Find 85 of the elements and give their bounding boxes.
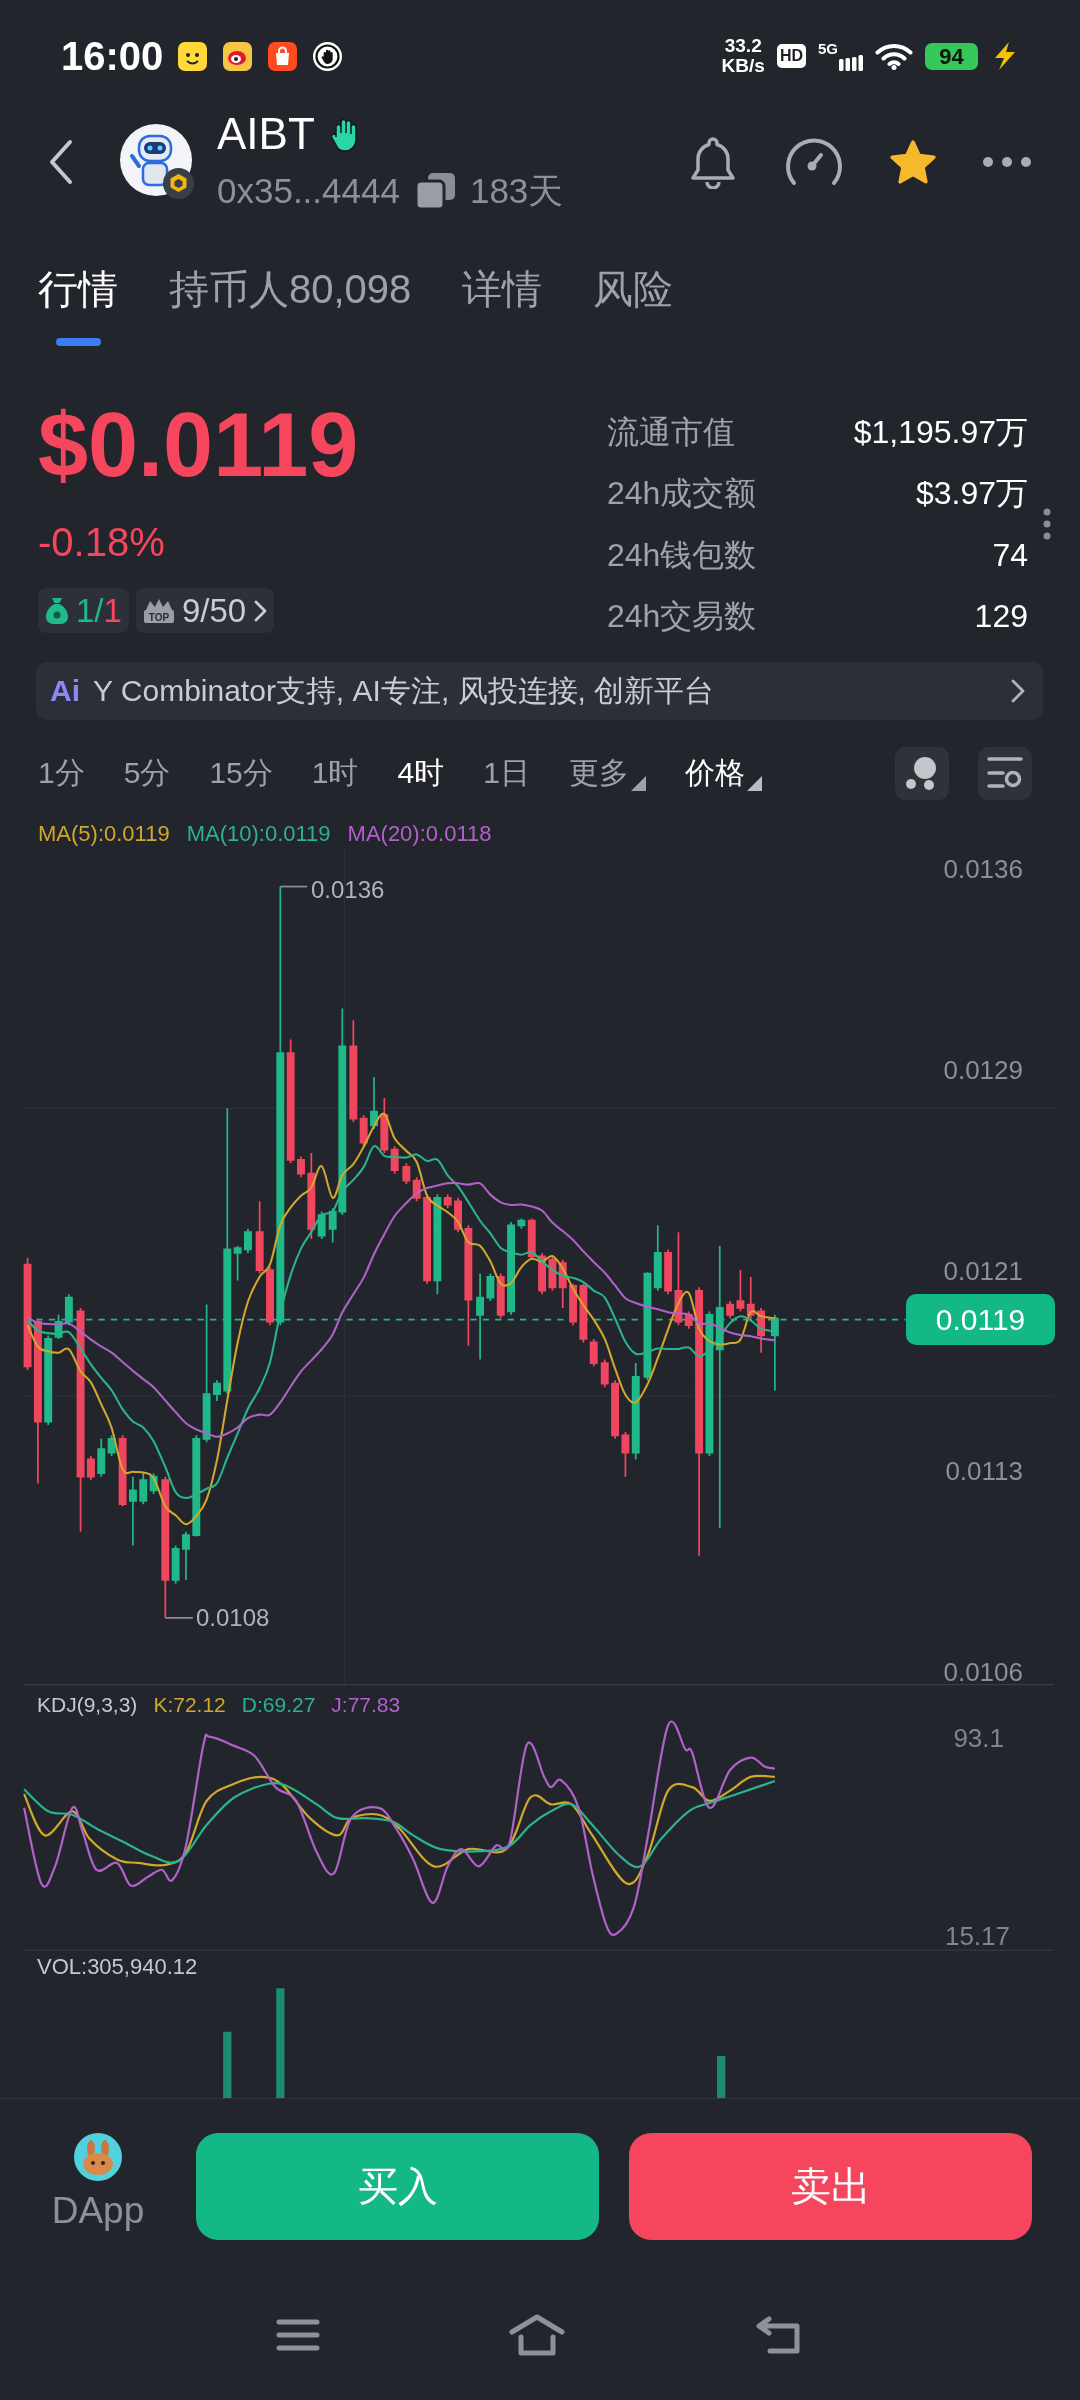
- smiley-tile-icon: [178, 41, 208, 71]
- moving-average-value: MA(10):0.0119: [186, 820, 331, 848]
- circles-icon: [906, 756, 938, 790]
- dapp-button[interactable]: DApp: [50, 2133, 146, 2233]
- price-axis-label: 0.0136: [943, 854, 1023, 884]
- price-axis-label: 0.0106: [943, 1657, 1023, 1687]
- stat-value: 129: [974, 597, 1028, 637]
- high-price-label: 0.0136: [311, 876, 385, 904]
- home-icon[interactable]: [508, 2313, 566, 2357]
- kdj-value: KDJ(9,3,3): [37, 1692, 138, 1718]
- caret-icon: [630, 776, 646, 791]
- low-price-label: 0.0108: [196, 1604, 270, 1632]
- moving-average-value: MA(5):0.0119: [38, 820, 170, 848]
- network-type: 5G: [818, 41, 838, 57]
- current-price: $0.0119: [38, 395, 359, 495]
- more-vertical-icon[interactable]: [1042, 508, 1052, 540]
- ai-summary-text: Y Combinator支持, AI专注, 风投连接, 创新平台: [93, 673, 715, 709]
- price-change: -0.18%: [38, 520, 166, 564]
- settings-icon: [987, 756, 1023, 790]
- stat-label: 24h交易数: [607, 597, 757, 637]
- bunny-icon: [74, 2133, 122, 2181]
- chart-tool-button[interactable]: [895, 746, 949, 800]
- chevron-right-icon: [1011, 679, 1025, 703]
- sell-button[interactable]: 卖出: [629, 2133, 1032, 2240]
- token-age: 183天: [469, 171, 564, 211]
- tab[interactable]: 详情: [462, 261, 543, 346]
- volume-bar: [717, 2055, 726, 2098]
- eye-tile-icon: [223, 41, 253, 71]
- price-axis-label: 0.0129: [943, 1054, 1023, 1085]
- caret-icon: [746, 776, 762, 791]
- network-speed: 33.2: [724, 36, 762, 56]
- kdj-value: D:69.27: [241, 1692, 316, 1718]
- clock-time: 16:00: [61, 33, 164, 80]
- bag-tile-icon: [268, 41, 298, 71]
- price-axis-label: 0.0113: [945, 1456, 1023, 1487]
- kdj-value: K:72.12: [153, 1692, 226, 1718]
- token-name: AIBT: [217, 112, 315, 156]
- wifi-icon: [875, 42, 913, 70]
- chevron-right-icon: [254, 599, 268, 622]
- volume-bar: [223, 2031, 232, 2098]
- tab[interactable]: 风险: [593, 261, 674, 346]
- interval-tab[interactable]: 1日: [483, 753, 530, 793]
- back-icon[interactable]: [48, 138, 74, 185]
- chart-settings-button[interactable]: [978, 746, 1032, 800]
- last-price-tag: 0.0119: [906, 1294, 1055, 1345]
- interval-tab[interactable]: 1分: [38, 753, 85, 793]
- interval-tab[interactable]: 5分: [123, 753, 171, 793]
- tab[interactable]: 持币人80,098: [169, 261, 412, 346]
- interval-tab[interactable]: 4时: [397, 753, 445, 793]
- signal-icon: [839, 53, 863, 71]
- holder-ratio: 1/1: [76, 590, 122, 631]
- money-bag-icon: [46, 596, 68, 625]
- rank-value: 9/50: [181, 590, 247, 631]
- speed-unit: KB/s: [721, 56, 765, 76]
- kdj-axis-label: 15.17: [944, 1921, 1010, 1951]
- price-axis-label: 0.0121: [943, 1255, 1023, 1286]
- gauge-icon[interactable]: [784, 135, 844, 188]
- tab[interactable]: 行情: [38, 261, 118, 346]
- contract-address: 0x35...4444: [217, 171, 400, 211]
- hand-circle-icon: [313, 41, 343, 71]
- interval-tab[interactable]: 1时: [311, 753, 359, 793]
- ai-label: Ai: [50, 673, 80, 709]
- dropdown-button[interactable]: 价格: [684, 753, 762, 793]
- dropdown-button[interactable]: 更多: [568, 753, 646, 793]
- stat-value: $3.97万: [915, 474, 1028, 514]
- moving-average-value: MA(20):0.0118: [347, 820, 492, 848]
- stat-label: 24h成交额: [607, 474, 757, 514]
- stat-label: 24h钱包数: [607, 535, 757, 575]
- low-price-leader: [164, 1616, 194, 1619]
- cube-badge-icon: [163, 167, 194, 199]
- stat-label: 流通市值: [607, 412, 735, 452]
- hand-icon: [330, 116, 359, 152]
- more-icon[interactable]: [982, 155, 1032, 168]
- kdj-value: J:77.83: [331, 1692, 401, 1718]
- kdj-axis-label: 93.1: [953, 1723, 1004, 1753]
- high-price-leader: [279, 885, 309, 888]
- menu-icon[interactable]: [276, 2318, 320, 2352]
- stat-value: 74: [992, 535, 1028, 575]
- interval-tab[interactable]: 15分: [209, 753, 273, 793]
- hd-indicator: HD: [776, 44, 806, 68]
- rank-chip[interactable]: TOP 9/50: [135, 588, 275, 633]
- volume-value: VOL:305,940.12: [37, 1953, 198, 1981]
- ai-summary-banner[interactable]: Ai Y Combinator支持, AI专注, 风投连接, 创新平台: [36, 662, 1043, 720]
- battery-level: 94: [925, 42, 978, 70]
- stat-value: $1,195.97万: [853, 412, 1028, 452]
